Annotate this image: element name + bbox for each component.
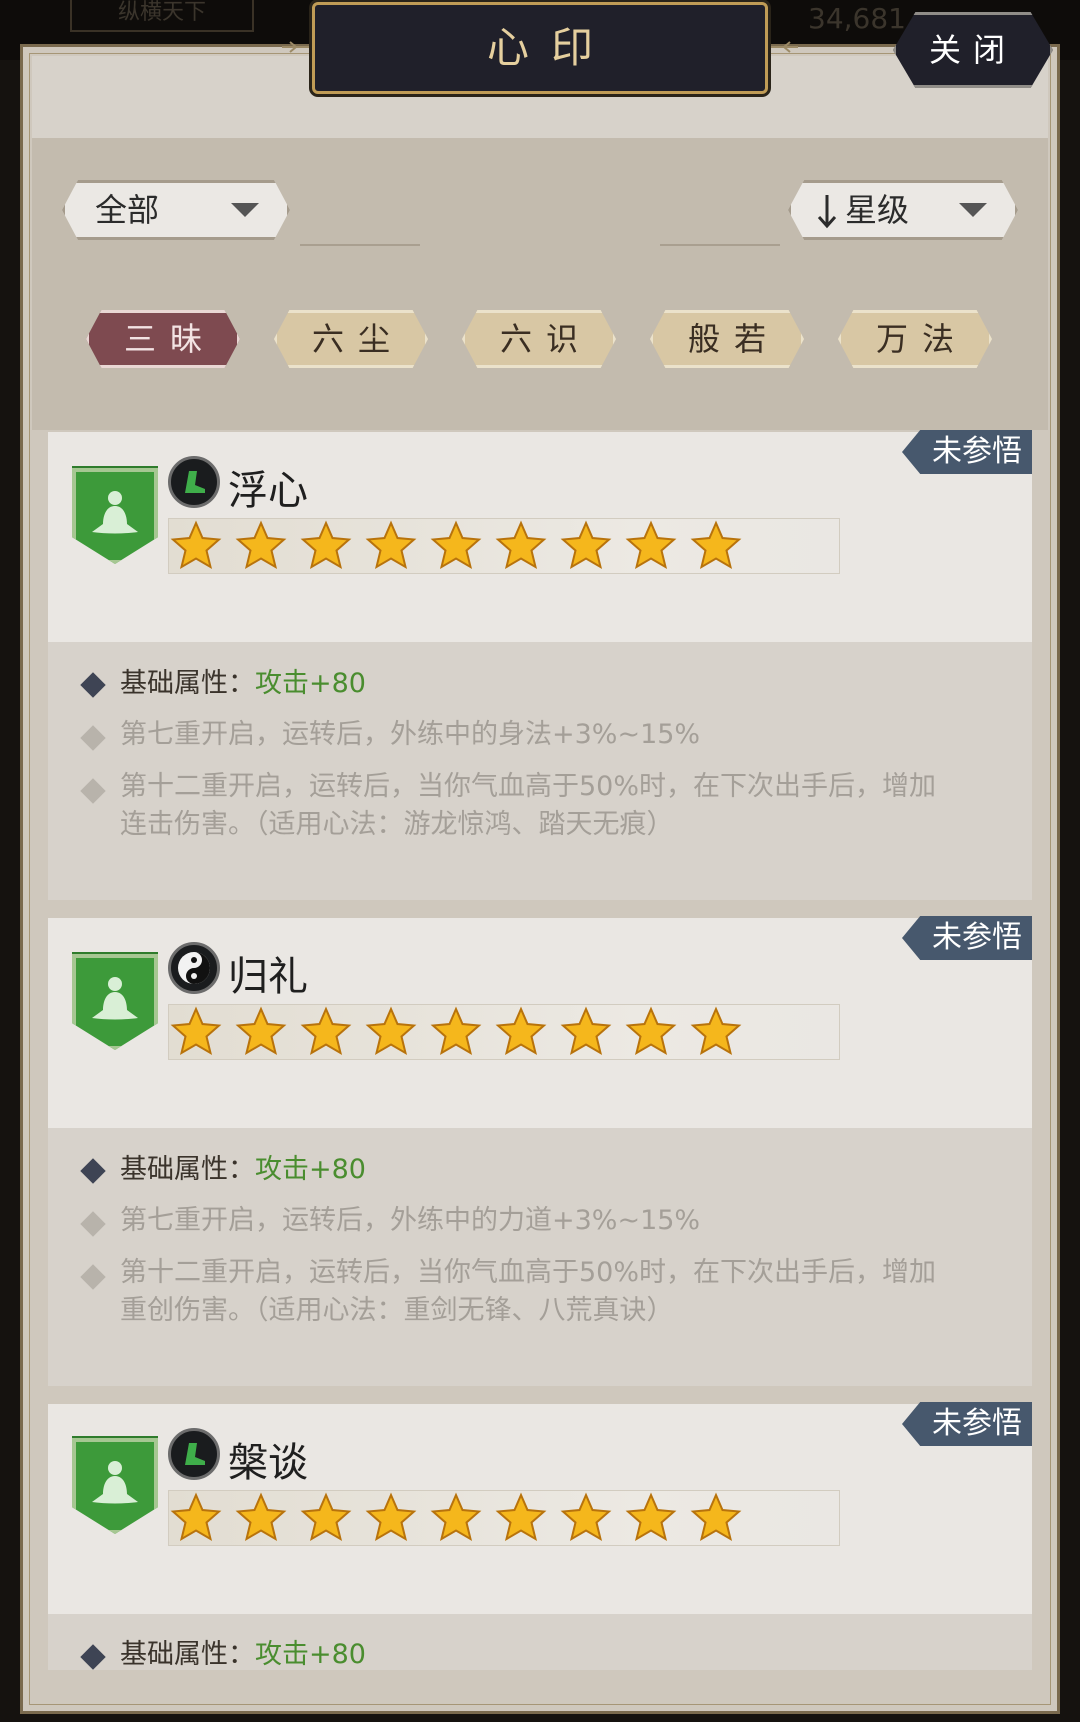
background-ranking-label: 纵横天下 [70, 0, 254, 32]
star-icon [690, 520, 742, 570]
tab-liushi[interactable]: 六识 [462, 310, 616, 368]
star-icon [170, 520, 222, 570]
boot-icon [168, 456, 220, 508]
star-icon [690, 1006, 742, 1056]
star-icon [365, 520, 417, 570]
star-icon [300, 520, 352, 570]
star-icon [365, 1006, 417, 1056]
star-icon [170, 1006, 222, 1056]
star-icon [495, 1006, 547, 1056]
title-ornament-right-icon [768, 41, 798, 53]
star-icon [495, 1492, 547, 1542]
effect-text: 第十二重开启，运转后，当你气血高于50%时，在下次出手后，增加连击伤害。（适用心… [120, 771, 937, 840]
base-attribute: 基础属性：攻击+80 [120, 1636, 940, 1674]
arrow-down-icon [817, 195, 837, 229]
star-icon [625, 1006, 677, 1056]
title-ornament-left-icon [282, 41, 312, 53]
star-icon [300, 1492, 352, 1542]
star-icon [625, 520, 677, 570]
base-attribute-label: 基础属性： [120, 1639, 255, 1670]
chevron-down-icon [959, 203, 987, 217]
star-icon [560, 1492, 612, 1542]
base-attribute: 基础属性：攻击+80 [120, 665, 940, 703]
title-plate: 心印 [312, 2, 768, 94]
status-badge: 未参悟 [902, 916, 1032, 960]
category-dropdown-label: 全部 [95, 191, 160, 229]
star-icon [365, 1492, 417, 1542]
star-icon [560, 520, 612, 570]
star-icon [235, 1492, 287, 1542]
star-icon [235, 520, 287, 570]
effect-text: 第七重开启，运转后，外练中的身法+3%~15% [120, 719, 701, 750]
star-icon [690, 1492, 742, 1542]
base-attribute: 基础属性：攻击+80 [120, 1151, 940, 1189]
status-badge: 未参悟 [902, 430, 1032, 474]
sort-dropdown[interactable]: 星级 [788, 180, 1018, 240]
star-icon [430, 1006, 482, 1056]
base-attribute-value: 攻击+80 [255, 668, 366, 699]
tab-wanfa[interactable]: 万法 [838, 310, 992, 368]
card-name: 归礼 [228, 954, 308, 1000]
card-name: 浮心 [228, 468, 308, 514]
tab-liuchen[interactable]: 六尘 [274, 310, 428, 368]
base-attribute-value: 攻击+80 [255, 1639, 366, 1670]
star-icon [430, 1492, 482, 1542]
page-title: 心印 [486, 23, 615, 72]
chevron-down-icon [231, 203, 259, 217]
category-dropdown[interactable]: 全部 [62, 180, 290, 240]
background-number: 34,681 [808, 2, 906, 35]
base-attribute-label: 基础属性： [120, 1154, 255, 1185]
boot-icon [168, 1428, 220, 1480]
star-icon [495, 520, 547, 570]
divider-right [660, 244, 780, 246]
star-icon [170, 1492, 222, 1542]
base-attribute-value: 攻击+80 [255, 1154, 366, 1185]
status-badge: 未参悟 [902, 1402, 1032, 1446]
sort-dropdown-label: 星级 [845, 191, 910, 229]
divider-left [300, 244, 420, 246]
star-icon [300, 1006, 352, 1056]
effect-text: 第十二重开启，运转后，当你气血高于50%时，在下次出手后，增加重创伤害。（适用心… [120, 1257, 937, 1326]
star-icon [625, 1492, 677, 1542]
base-attribute-label: 基础属性： [120, 668, 255, 699]
star-icon [560, 1006, 612, 1056]
effect-text: 第七重开启，运转后，外练中的力道+3%~15% [120, 1205, 701, 1236]
star-icon [235, 1006, 287, 1056]
yin-yang-icon [168, 942, 220, 994]
star-icon [430, 520, 482, 570]
tab-bore[interactable]: 般若 [650, 310, 804, 368]
card-name: 槃谈 [228, 1440, 308, 1486]
tab-sanmei[interactable]: 三昧 [86, 310, 240, 368]
close-button[interactable]: 关闭 [893, 12, 1053, 88]
